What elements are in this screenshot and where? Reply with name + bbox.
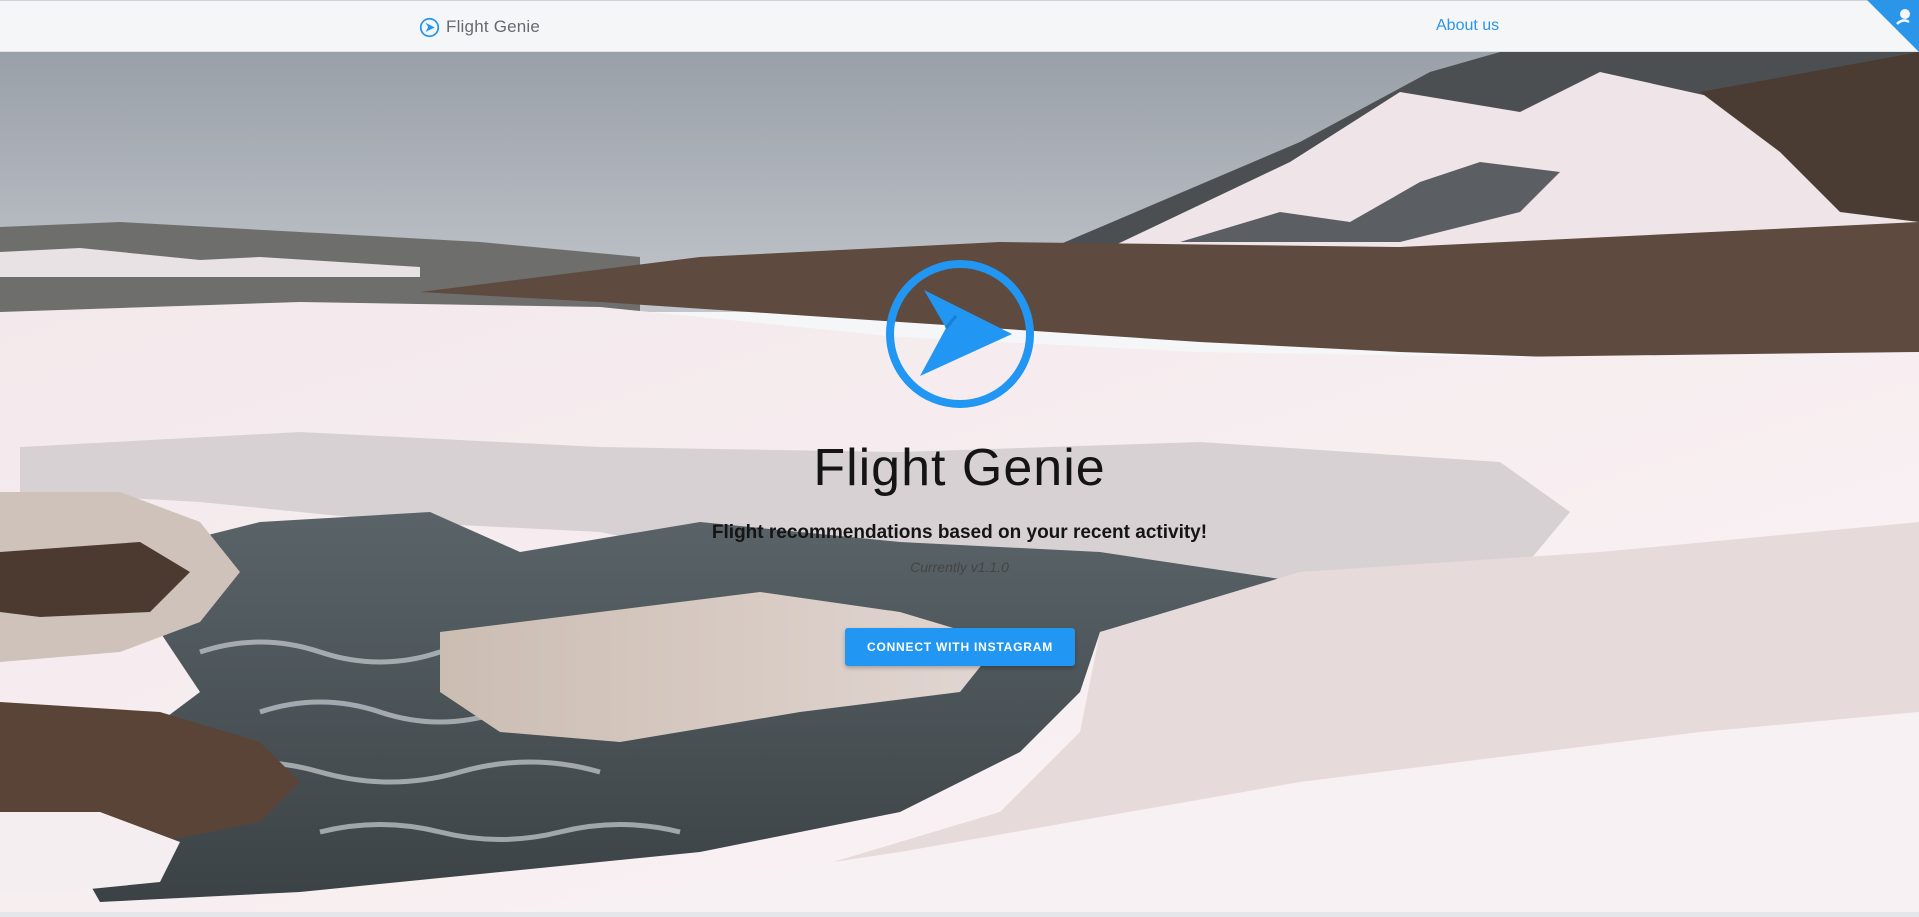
paper-plane-circle-icon bbox=[886, 260, 1034, 408]
hero-title: Flight Genie bbox=[813, 439, 1106, 497]
brand-name: Flight Genie bbox=[446, 17, 541, 36]
hero-content: Flight Genie Flight recommendations base… bbox=[0, 52, 1919, 912]
hero-section: Flight Genie Flight recommendations base… bbox=[0, 52, 1919, 912]
top-navbar: Flight Genie About us bbox=[0, 0, 1919, 52]
bottom-strip bbox=[0, 912, 1919, 917]
paper-plane-circle-icon bbox=[419, 17, 440, 37]
github-octocat-corner-icon[interactable] bbox=[1867, 0, 1919, 52]
version-text: Currently v1.1.0 bbox=[910, 559, 1009, 575]
hero-subtitle: Flight recommendations based on your rec… bbox=[711, 522, 1208, 543]
connect-with-instagram-button[interactable]: CONNECT WITH INSTAGRAM bbox=[845, 628, 1075, 666]
brand-link[interactable]: Flight Genie bbox=[419, 15, 540, 39]
about-us-link[interactable]: About us bbox=[1436, 17, 1499, 35]
